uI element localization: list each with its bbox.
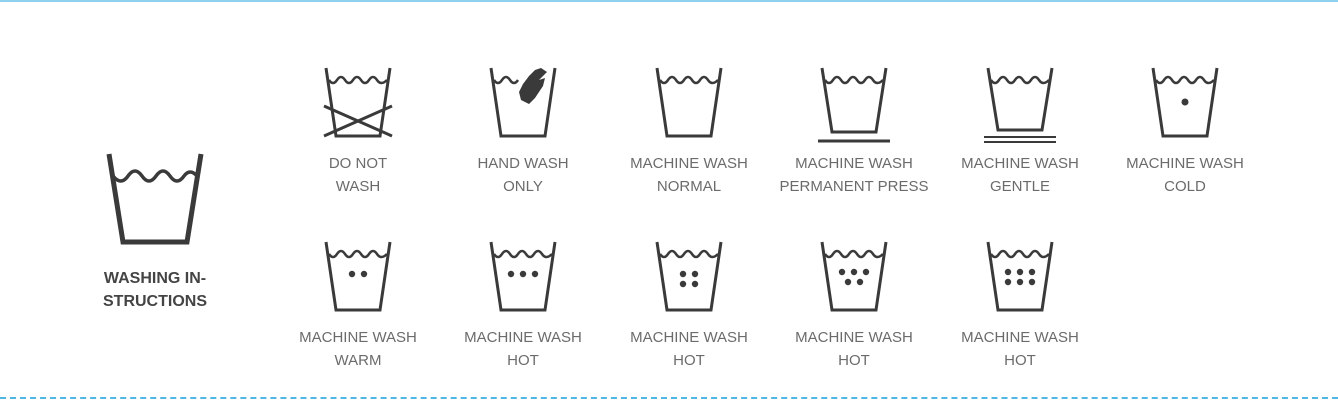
washing-instructions-heading: WASHING IN- STRUCTIONS [103,270,207,310]
care-item-machine-wash-permanent-press: MACHINE WASH PERMANENT PRESS [774,64,934,198]
care-item-machine-wash-hot-6: MACHINE WASH HOT [940,238,1100,372]
machine-wash-hot-4-dots-icon [655,241,723,312]
care-item-machine-wash-hot-3: MACHINE WASH HOT [443,238,603,372]
machine-wash-warm-icon [324,241,392,312]
care-item-machine-wash-warm: MACHINE WASH WARM [278,238,438,372]
machine-wash-cold-icon [1151,67,1219,138]
machine-wash-hot-5-dots-icon [820,241,888,312]
care-item-machine-wash-gentle: MACHINE WASH GENTLE [940,64,1100,198]
do-not-wash-icon [323,67,393,138]
washing-instructions-icon [95,150,215,250]
machine-wash-normal-icon [655,67,723,138]
care-item-do-not-wash: DO NOT WASH [278,64,438,198]
machine-wash-hot-3-dots-icon [489,241,557,312]
care-item-machine-wash-hot-5: MACHINE WASH HOT [774,238,934,372]
care-item-machine-wash-cold: MACHINE WASH COLD [1105,64,1265,198]
care-item-machine-wash-normal: MACHINE WASH NORMAL [609,64,769,198]
machine-wash-hot-6-dots-icon [986,241,1054,312]
hand-wash-icon [489,67,557,138]
top-divider [0,0,1338,2]
care-item-machine-wash-hot-4: MACHINE WASH HOT [609,238,769,372]
machine-wash-permanent-press-icon [818,67,890,143]
care-item-hand-wash: HAND WASH ONLY [443,64,603,198]
machine-wash-gentle-icon [984,67,1056,143]
bottom-dashed-divider [0,397,1338,399]
